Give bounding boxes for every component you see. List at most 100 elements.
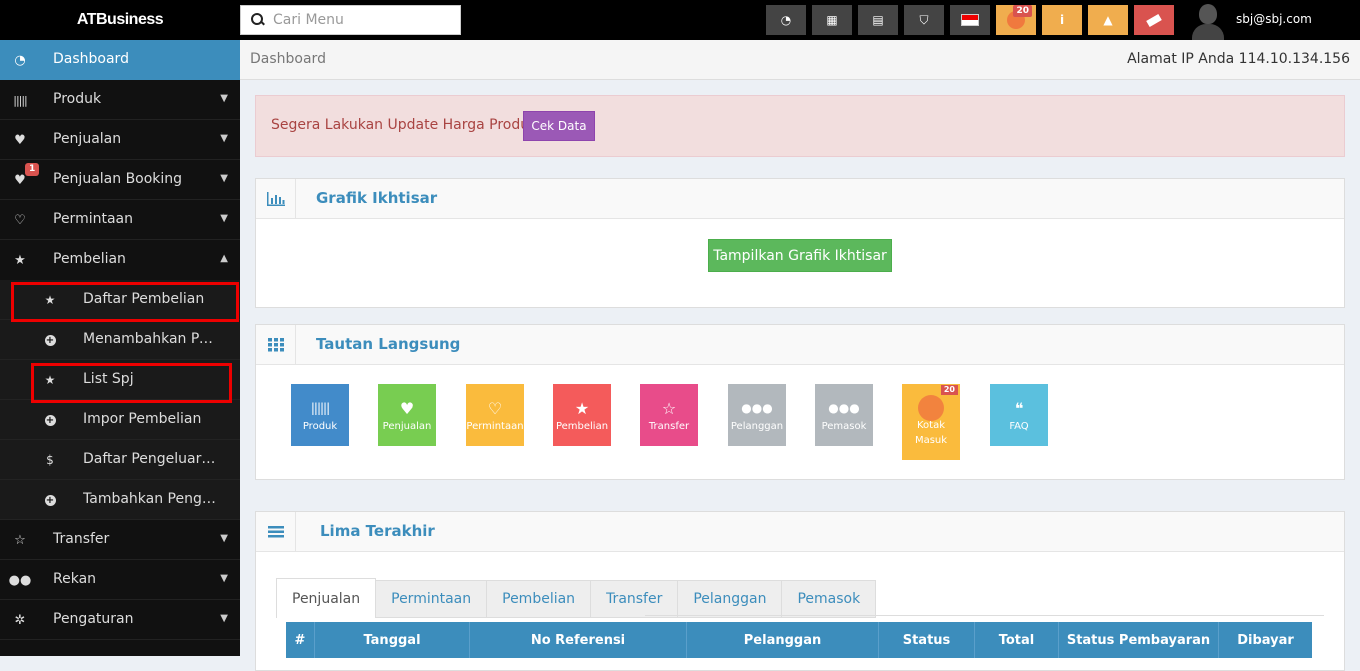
sidebar-subitem-daftar-pengeluaran[interactable]: $ Daftar Pengeluaran [0, 440, 240, 480]
users-icon: ●●● [741, 401, 773, 415]
quicklink-pemasok[interactable]: ●●● Pemasok [815, 384, 873, 446]
clear-cache-button[interactable] [1134, 5, 1174, 35]
cek-data-button[interactable]: Cek Data [523, 111, 595, 141]
alert-button[interactable]: ▲ [1088, 5, 1128, 35]
column-header[interactable]: No Referensi [470, 622, 687, 658]
heart-icon: ♥ [14, 132, 26, 148]
tab-pelanggan[interactable]: Pelanggan [678, 580, 783, 618]
column-header[interactable]: Total [975, 622, 1059, 658]
star-outline-icon: ☆ [661, 398, 677, 418]
column-header[interactable]: Pelanggan [687, 622, 879, 658]
sidebar-item-transfer[interactable]: ☆ Transfer ▼ [0, 520, 240, 560]
sidebar-item-penjualan-booking[interactable]: ♥ 1 Penjualan Booking ▼ [0, 160, 240, 200]
tab-pemasok[interactable]: Pemasok [782, 580, 877, 618]
tab-permintaan[interactable]: Permintaan [376, 580, 488, 618]
inbox-button[interactable]: 20 [996, 5, 1036, 35]
tab-transfer[interactable]: Transfer [591, 580, 679, 618]
inbox-icon [902, 395, 960, 421]
column-header[interactable]: # [286, 622, 315, 658]
sidebar-item-pembelian[interactable]: ★ Pembelian ▲ [0, 240, 240, 280]
app-logo[interactable]: ATBusiness [0, 0, 240, 40]
ip-address-text: Alamat IP Anda 114.10.134.156 [1127, 51, 1350, 67]
sidebar: ◔ Dashboard ||||| Produk ▼ ♥ Penjualan ▼… [0, 40, 240, 656]
sidebar-item-produk[interactable]: ||||| Produk ▼ [0, 80, 240, 120]
heart-icon: ♥ [399, 398, 415, 418]
sidebar-item-pengaturan[interactable]: ✲ Pengaturan ▼ [0, 600, 240, 640]
panel-title: Tautan Langsung [316, 335, 461, 353]
column-header[interactable]: Tanggal [315, 622, 470, 658]
plus-circle-icon: + [44, 414, 56, 426]
info-button[interactable]: i [1042, 5, 1082, 35]
chevron-up-icon: ▲ [220, 253, 228, 264]
dashboard-shortcut-button[interactable]: ◔ [766, 5, 806, 35]
breadcrumb: Dashboard Alamat IP Anda 114.10.134.156 [240, 40, 1360, 80]
breadcrumb-current: Dashboard [250, 51, 326, 67]
tab-penjualan[interactable]: Penjualan [276, 578, 377, 618]
barcode-icon: |||||| [310, 401, 330, 415]
search-input[interactable] [273, 12, 453, 28]
warning-icon: ▲ [1103, 13, 1113, 27]
update-price-alert: Segera Lakukan Update Harga Produk Cek D… [255, 95, 1345, 157]
panel-title: Grafik Ikhtisar [316, 189, 438, 207]
booking-badge: 1 [25, 163, 40, 176]
heart-outline-icon: ♡ [14, 212, 26, 228]
sidebar-subitem-tambahkan-pengeluaran[interactable]: + Tambahkan Pengeluaran [0, 480, 240, 520]
sidebar-item-permintaan[interactable]: ♡ Permintaan ▼ [0, 200, 240, 240]
panel-title: Lima Terakhir [320, 522, 435, 540]
bar-chart-icon [256, 179, 296, 219]
top-bar: ATBusiness ◔ ▦ ▤ ⛉ 20 i ▲ sbj@sbj.com [0, 0, 1360, 40]
sidebar-item-rekan[interactable]: ●● Rekan ▼ [0, 560, 240, 600]
column-header[interactable]: Status Pembayaran [1059, 622, 1219, 658]
calendar-button[interactable]: ▤ [858, 5, 898, 35]
table-header: # Tanggal No Referensi Pelanggan Status … [286, 622, 1312, 658]
show-chart-button[interactable]: Tampilkan Grafik Ikhtisar [708, 239, 892, 272]
lima-terakhir-panel: Lima Terakhir Penjualan Permintaan Pembe… [255, 511, 1345, 671]
inbox-badge: 20 [940, 385, 958, 395]
indonesia-flag-icon [961, 14, 979, 26]
quicklink-pembelian[interactable]: ★ Pembelian [553, 384, 611, 446]
search-box[interactable] [240, 5, 461, 35]
chevron-down-icon: ▼ [220, 213, 228, 224]
sidebar-subitem-menambahkan-pembelian[interactable]: + Menambahkan Pembelian [0, 320, 240, 360]
column-header[interactable]: Status [879, 622, 975, 658]
quicklink-pelanggan[interactable]: ●●● Pelanggan [728, 384, 786, 446]
calculator-button[interactable]: ▦ [812, 5, 852, 35]
dollar-icon: $ [46, 453, 54, 467]
dashboard-icon: ◔ [14, 52, 26, 68]
users-icon: ●●● [828, 401, 860, 415]
grafik-ikhtisar-panel: Grafik Ikhtisar Tampilkan Grafik Ikhtisa… [255, 178, 1345, 308]
sidebar-item-penjualan[interactable]: ♥ Penjualan ▼ [0, 120, 240, 160]
list-icon [256, 512, 296, 552]
main-content: Dashboard Alamat IP Anda 114.10.134.156 … [240, 40, 1360, 671]
heart-outline-icon: ♡ [487, 398, 503, 418]
theme-button[interactable]: ⛉ [904, 5, 944, 35]
language-button[interactable] [950, 5, 990, 35]
quicklink-penjualan[interactable]: ♥ Penjualan [378, 384, 436, 446]
quicklink-transfer[interactable]: ☆ Transfer [640, 384, 698, 446]
css3-icon: ⛉ [919, 12, 929, 27]
user-email[interactable]: sbj@sbj.com [1236, 12, 1312, 26]
sidebar-subitem-list-spj[interactable]: ★ List Spj [0, 360, 240, 400]
eraser-icon [1146, 13, 1162, 27]
quicklink-produk[interactable]: |||||| Produk [291, 384, 349, 446]
avatar[interactable] [1190, 0, 1226, 40]
sidebar-item-dashboard[interactable]: ◔ Dashboard [0, 40, 240, 80]
search-icon [251, 13, 265, 27]
sidebar-subitem-daftar-pembelian[interactable]: ★ Daftar Pembelian [0, 280, 240, 320]
tab-pembelian[interactable]: Pembelian [487, 580, 592, 618]
star-icon: ★ [44, 293, 56, 307]
alert-text: Segera Lakukan Update Harga Produk [271, 117, 538, 133]
calculator-icon: ▦ [826, 13, 838, 27]
sidebar-subitem-impor-pembelian[interactable]: + Impor Pembelian [0, 400, 240, 440]
column-header[interactable]: Dibayar [1219, 622, 1312, 658]
quicklink-kotak-masuk[interactable]: 20 Kotak Masuk [902, 384, 960, 460]
star-icon: ★ [14, 252, 26, 268]
quicklink-faq[interactable]: ❝ FAQ [990, 384, 1048, 446]
chevron-down-icon: ▼ [220, 93, 228, 104]
star-outline-icon: ☆ [14, 532, 26, 548]
quicklink-permintaan[interactable]: ♡ Permintaan [466, 384, 524, 446]
users-icon: ●● [8, 572, 32, 588]
gear-icon: ✲ [14, 612, 26, 628]
star-icon: ★ [574, 398, 590, 418]
chevron-down-icon: ▼ [220, 173, 228, 184]
